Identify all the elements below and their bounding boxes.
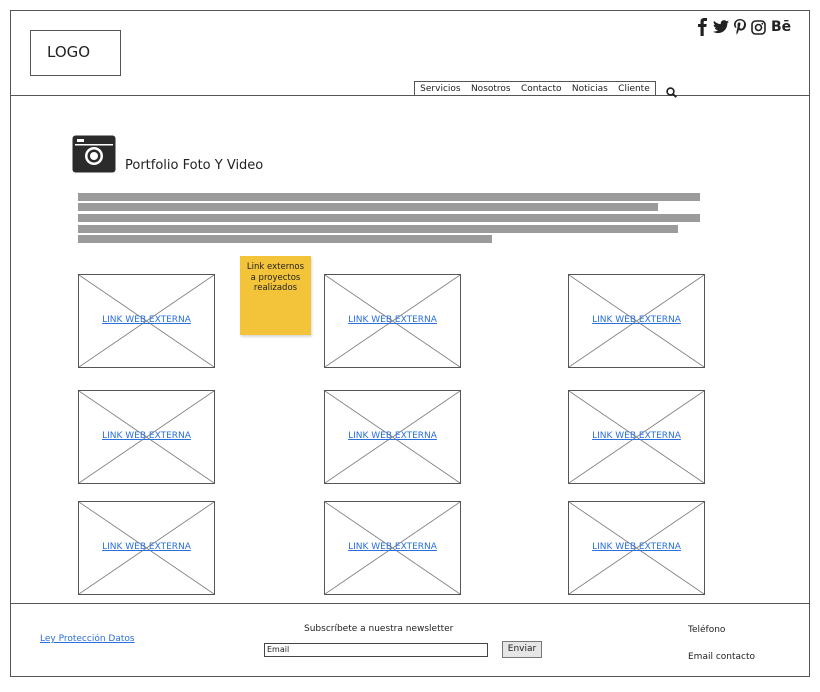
text-placeholder-line — [78, 235, 492, 243]
behance-icon[interactable]: Bē — [771, 18, 791, 36]
external-link[interactable]: LINK WEB EXTERNA — [325, 431, 460, 441]
image-placeholder: LINK WEB EXTERNA — [568, 501, 705, 595]
sticky-note: Link externos a proyectos realizados — [240, 256, 311, 335]
image-placeholder: LINK WEB EXTERNA — [78, 390, 215, 484]
external-link[interactable]: LINK WEB EXTERNA — [569, 431, 704, 441]
footer-divider — [10, 603, 810, 604]
image-placeholder: LINK WEB EXTERNA — [78, 501, 215, 595]
image-placeholder: LINK WEB EXTERNA — [324, 390, 461, 484]
nav-item-contacto[interactable]: Contacto — [521, 84, 562, 94]
privacy-policy-link[interactable]: Ley Protección Datos — [40, 634, 135, 644]
sticky-note-line: realizados — [253, 283, 298, 293]
send-button[interactable]: Enviar — [502, 641, 542, 658]
sticky-note-line: Link externos — [246, 262, 305, 272]
search-icon[interactable] — [666, 83, 677, 102]
external-link[interactable]: LINK WEB EXTERNA — [79, 542, 214, 552]
twitter-icon[interactable] — [713, 20, 729, 34]
external-link[interactable]: LINK WEB EXTERNA — [79, 431, 214, 441]
text-placeholder-line — [78, 225, 678, 233]
nav-item-noticias[interactable]: Noticias — [572, 84, 608, 94]
sticky-note-line: a proyectos — [250, 272, 301, 283]
external-link[interactable]: LINK WEB EXTERNA — [325, 542, 460, 552]
pinterest-icon[interactable] — [734, 19, 746, 35]
external-link[interactable]: LINK WEB EXTERNA — [325, 315, 460, 325]
text-placeholder-line — [78, 203, 658, 211]
nav-item-cliente[interactable]: Cliente — [618, 84, 650, 94]
camera-icon — [72, 135, 116, 177]
image-placeholder: LINK WEB EXTERNA — [78, 274, 215, 368]
text-placeholder-line — [78, 193, 700, 201]
nav-item-nosotros[interactable]: Nosotros — [471, 84, 511, 94]
page-title: Portfolio Foto Y Video — [125, 158, 264, 173]
main-nav: Servicios Nosotros Contacto Noticias Cli… — [414, 81, 656, 95]
newsletter-label: Subscríbete a nuestra newsletter — [304, 624, 454, 634]
phone-label: Teléfono — [688, 625, 726, 635]
instagram-icon[interactable] — [751, 19, 766, 35]
external-link[interactable]: LINK WEB EXTERNA — [569, 315, 704, 325]
text-placeholder-line — [78, 214, 700, 222]
image-placeholder: LINK WEB EXTERNA — [568, 390, 705, 484]
email-contact-label: Email contacto — [688, 652, 756, 662]
header-divider — [10, 95, 810, 96]
external-link[interactable]: LINK WEB EXTERNA — [569, 542, 704, 552]
image-placeholder: LINK WEB EXTERNA — [324, 274, 461, 368]
logo[interactable]: LOGO — [30, 30, 121, 76]
nav-item-servicios[interactable]: Servicios — [420, 84, 460, 94]
facebook-icon[interactable] — [696, 18, 708, 36]
external-link[interactable]: LINK WEB EXTERNA — [79, 315, 214, 325]
image-placeholder: LINK WEB EXTERNA — [324, 501, 461, 595]
social-links: Bē — [696, 18, 791, 36]
newsletter-email-input[interactable]: Email — [264, 643, 488, 657]
image-placeholder: LINK WEB EXTERNA — [568, 274, 705, 368]
